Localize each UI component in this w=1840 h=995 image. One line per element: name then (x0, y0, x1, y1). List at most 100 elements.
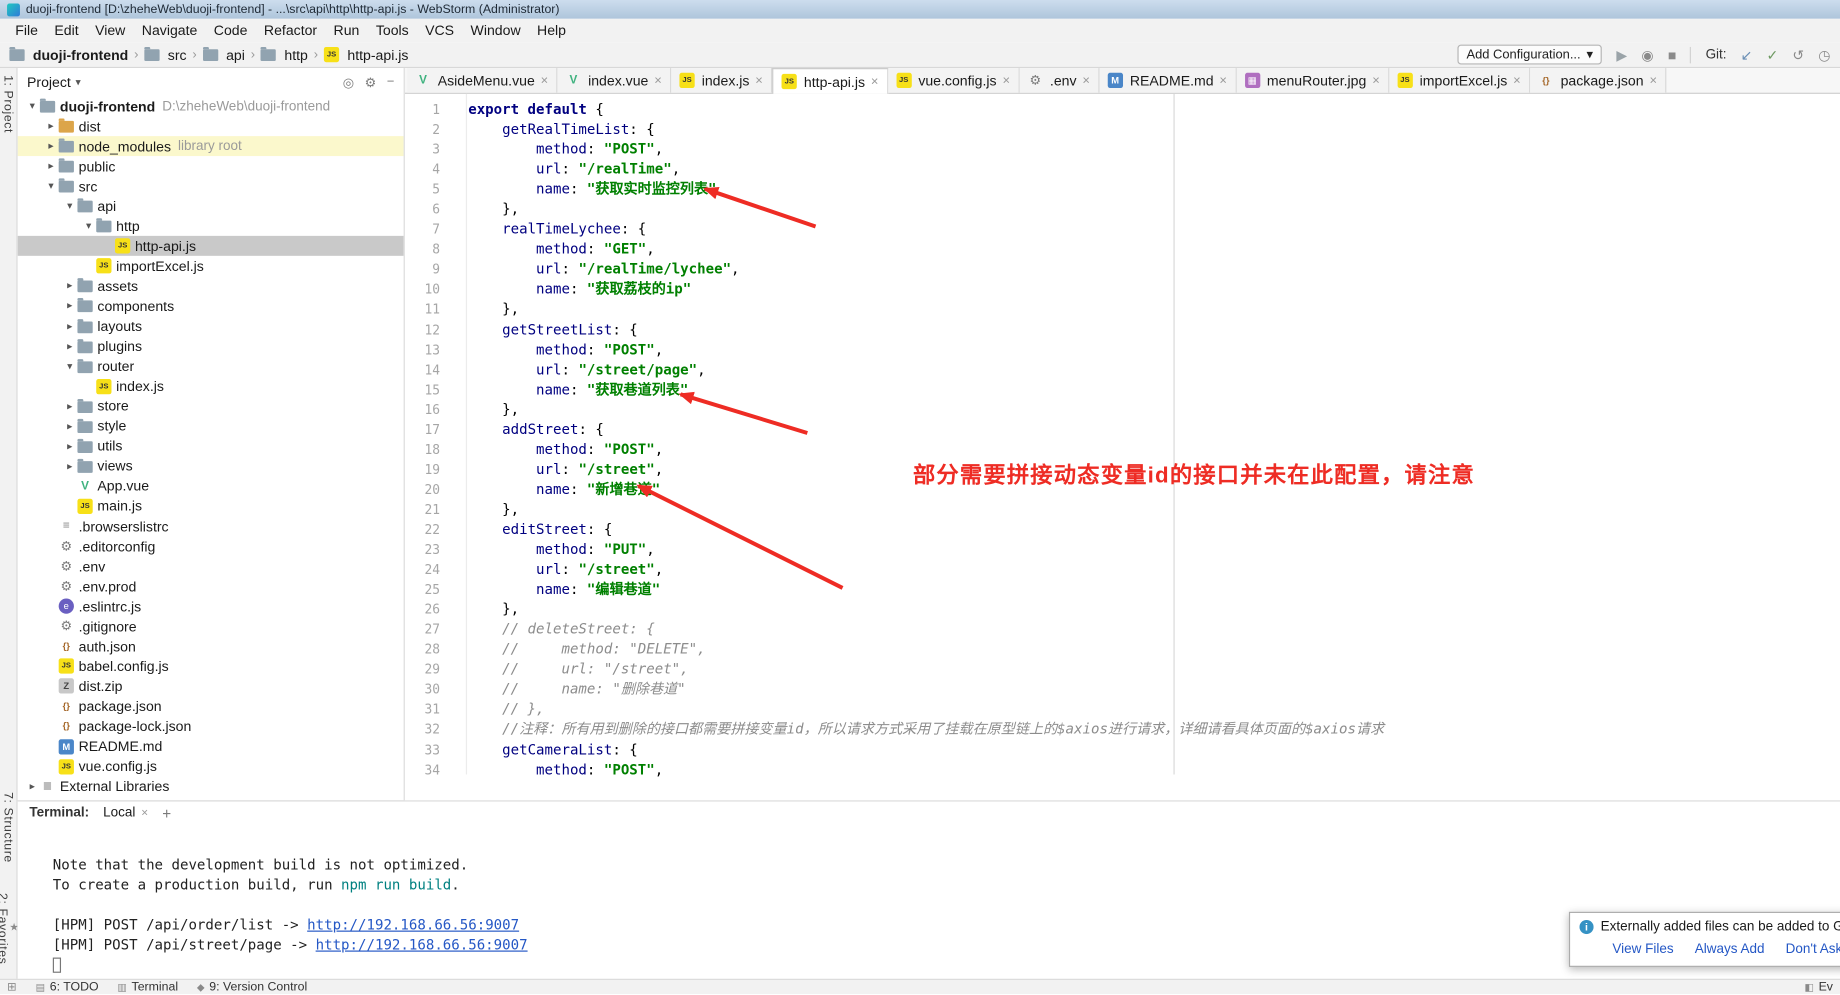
menu-navigate[interactable]: Navigate (134, 20, 206, 41)
tab-menurouter-jpg[interactable]: ▦menuRouter.jpg× (1236, 68, 1389, 93)
code-line[interactable]: 10 name: "获取荔枝的ip" (405, 280, 1840, 300)
toolwindow-toggle-icon[interactable]: ⊞ (7, 980, 17, 993)
close-icon[interactable]: × (1372, 73, 1380, 87)
code-line[interactable]: 9 url: "/realTime/lychee", (405, 260, 1840, 280)
terminal-cursor[interactable] (53, 958, 61, 973)
code-line[interactable]: 4 url: "/realTime", (405, 160, 1840, 180)
tab-package-json[interactable]: {}package.json× (1530, 68, 1666, 93)
clock-icon[interactable]: ◷ (1818, 46, 1830, 62)
project-item-http-api-js[interactable]: JShttp-api.js (18, 236, 404, 256)
chevron-right-icon[interactable]: ▸ (62, 440, 77, 453)
chevron-right-icon[interactable]: ▸ (62, 300, 77, 313)
tab-index-js[interactable]: JSindex.js× (671, 68, 772, 93)
project-item-api[interactable]: ▾api (18, 196, 404, 216)
code-line[interactable]: 6 }, (405, 200, 1840, 220)
project-item-editorconfig[interactable]: ⚙.editorconfig (18, 536, 404, 556)
menu-run[interactable]: Run (325, 20, 367, 41)
tab-env[interactable]: ⚙.env× (1019, 68, 1099, 93)
project-item-external-libraries[interactable]: ▸≣External Libraries (18, 776, 404, 796)
menu-edit[interactable]: Edit (46, 20, 87, 41)
chevron-right-icon[interactable]: ▸ (62, 320, 77, 333)
update-project-icon[interactable]: ↙ (1741, 46, 1753, 62)
event-log-button[interactable]: ◧ Ev (1804, 980, 1833, 994)
project-item-http[interactable]: ▾http (18, 216, 404, 236)
breadcrumb-api[interactable]: api (203, 46, 245, 62)
code-line[interactable]: 28 // method: "DELETE", (405, 640, 1840, 660)
menu-refactor[interactable]: Refactor (256, 20, 326, 41)
run-icon[interactable]: ▶ (1616, 46, 1627, 62)
chevron-down-icon[interactable]: ▾ (76, 76, 81, 89)
terminal-output[interactable]: Note that the development build is not o… (18, 825, 1840, 979)
project-item-dist-zip[interactable]: Zdist.zip (18, 676, 404, 696)
code-line[interactable]: 16 }, (405, 400, 1840, 420)
project-item-env[interactable]: ⚙.env (18, 556, 404, 576)
chevron-right-icon[interactable]: ▸ (62, 460, 77, 473)
project-item-package-lock-json[interactable]: {}package-lock.json (18, 716, 404, 736)
breadcrumb-src[interactable]: src (144, 46, 186, 62)
project-item-layouts[interactable]: ▸layouts (18, 316, 404, 336)
project-item-vue-config-js[interactable]: JSvue.config.js (18, 756, 404, 776)
menu-code[interactable]: Code (206, 20, 256, 41)
code-line[interactable]: 5 name: "获取实时监控列表" (405, 180, 1840, 200)
code-line[interactable]: 32 //注释：所有用到删除的接口都需要拼接变量id，所以请求方式采用了挂载在原… (405, 720, 1840, 740)
tab-http-api-js[interactable]: JShttp-api.js× (772, 68, 888, 94)
project-item-eslintrc-js[interactable]: e.eslintrc.js (18, 596, 404, 616)
project-item-env-prod[interactable]: ⚙.env.prod (18, 576, 404, 596)
project-item-style[interactable]: ▸style (18, 416, 404, 436)
breadcrumb-http[interactable]: http (261, 46, 308, 62)
project-item-src[interactable]: ▾src (18, 176, 404, 196)
code-line[interactable]: 33 getCameraList: { (405, 740, 1840, 760)
menu-vcs[interactable]: VCS (417, 20, 462, 41)
chevron-right-icon[interactable]: ▸ (62, 400, 77, 413)
chevron-down-icon[interactable]: ▾ (62, 360, 77, 373)
close-icon[interactable]: × (1219, 73, 1227, 87)
chevron-right-icon[interactable]: ▸ (62, 340, 77, 353)
menu-view[interactable]: View (87, 20, 134, 41)
code-line[interactable]: 27 // deleteStreet: { (405, 620, 1840, 640)
code-line[interactable]: 23 method: "PUT", (405, 540, 1840, 560)
code-line[interactable]: 3 method: "POST", (405, 140, 1840, 160)
code-editor[interactable]: 1export default {2 getRealTimeList: {3 m… (405, 94, 1840, 775)
code-line[interactable]: 17 addStreet: { (405, 420, 1840, 440)
project-item-duoji-frontend[interactable]: ▾duoji-frontendD:\zheheWeb\duoji-fronten… (18, 96, 404, 116)
chevron-right-icon[interactable]: ▸ (43, 160, 58, 173)
history-icon[interactable]: ↺ (1792, 46, 1804, 62)
project-item-utils[interactable]: ▸utils (18, 436, 404, 456)
project-item-components[interactable]: ▸components (18, 296, 404, 316)
close-icon[interactable]: × (141, 807, 148, 820)
statusbar-terminal[interactable]: ▥Terminal (117, 980, 178, 994)
code-line[interactable]: 14 url: "/street/page", (405, 360, 1840, 380)
project-item-readme-md[interactable]: MREADME.md (18, 736, 404, 756)
code-line[interactable]: 29 // url: "/street", (405, 660, 1840, 680)
menu-window[interactable]: Window (462, 20, 529, 41)
close-icon[interactable]: × (541, 73, 549, 87)
code-line[interactable]: 15 name: "获取巷道列表" (405, 380, 1840, 400)
close-icon[interactable]: × (1649, 73, 1657, 87)
menu-file[interactable]: File (7, 20, 46, 41)
code-line[interactable]: 13 method: "POST", (405, 340, 1840, 360)
project-item-store[interactable]: ▸store (18, 396, 404, 416)
stop-icon[interactable]: ■ (1668, 46, 1677, 62)
code-line[interactable]: 7 realTimeLychee: { (405, 220, 1840, 240)
code-line[interactable]: 2 getRealTimeList: { (405, 120, 1840, 140)
project-item-dist[interactable]: ▸dist (18, 116, 404, 136)
tab-asidemenu-vue[interactable]: VAsideMenu.vue× (407, 68, 557, 93)
project-item-main-js[interactable]: JSmain.js (18, 496, 404, 516)
add-configuration-button[interactable]: Add Configuration... ▾ (1457, 45, 1602, 65)
project-item-babel-config-js[interactable]: JSbabel.config.js (18, 656, 404, 676)
close-icon[interactable]: × (871, 75, 879, 89)
hide-icon[interactable]: − (387, 75, 395, 90)
code-line[interactable]: 8 method: "GET", (405, 240, 1840, 260)
close-icon[interactable]: × (654, 73, 662, 87)
notification-action-view-files[interactable]: View Files (1612, 942, 1673, 956)
project-item-index-js[interactable]: JSindex.js (18, 376, 404, 396)
statusbar-9-version-control[interactable]: ◆9: Version Control (197, 980, 307, 994)
chevron-right-icon[interactable]: ▸ (62, 420, 77, 433)
close-icon[interactable]: × (1082, 73, 1090, 87)
commit-icon[interactable]: ✓ (1767, 46, 1779, 62)
chevron-right-icon[interactable]: ▸ (43, 140, 58, 153)
menu-tools[interactable]: Tools (368, 20, 417, 41)
breadcrumb-duoji-frontend[interactable]: duoji-frontend (9, 46, 128, 62)
terminal-link[interactable]: http://192.168.66.56:9007 (316, 936, 528, 952)
gear-icon[interactable]: ⚙ (365, 75, 377, 90)
